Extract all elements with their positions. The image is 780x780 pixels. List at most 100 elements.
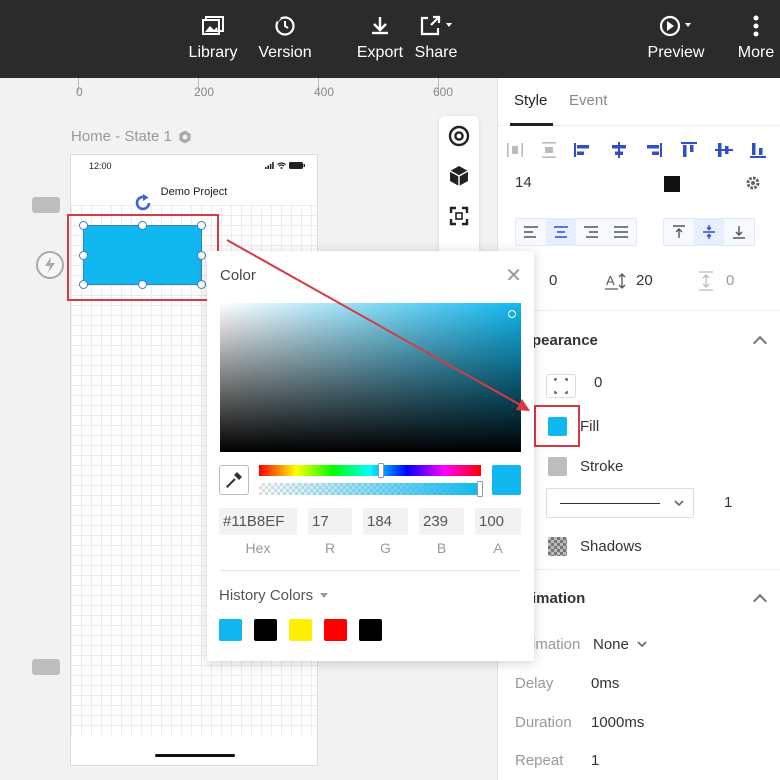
hex-input[interactable]: #11B8EF [219,508,297,535]
stroke-label: Stroke [580,458,624,475]
state-title-text: Home - State 1 [71,128,172,145]
text-color-swatch[interactable] [664,176,680,192]
appearance-section-title[interactable]: pearance [532,332,598,349]
duration-value[interactable]: 1000ms [591,714,644,731]
text-settings-gear-icon[interactable] [745,175,761,191]
history-swatch[interactable] [289,619,312,641]
section-divider [498,569,780,570]
hue-slider-thumb[interactable] [378,463,384,478]
divider [220,570,521,571]
line-height-value[interactable]: 20 [636,272,653,289]
text-align-right-icon[interactable] [576,219,606,245]
image-icon [202,12,224,40]
letter-spacing-value[interactable]: 0 [549,272,557,289]
alpha-slider-thumb[interactable] [477,481,483,497]
font-size-value[interactable]: 14 [515,174,532,191]
valign-bottom-icon[interactable] [724,219,754,245]
text-align-left-icon[interactable] [516,219,546,245]
history-swatch[interactable] [359,619,382,641]
caret-down-icon [320,593,329,598]
stroke-color-swatch[interactable] [548,457,567,476]
download-icon [370,12,390,40]
alpha-slider[interactable] [259,481,483,497]
rotate-icon[interactable] [133,193,153,213]
text-align-justify-icon[interactable] [606,219,636,245]
close-icon[interactable]: ✕ [505,263,522,288]
distribute-vertical-icon[interactable] [539,140,559,160]
history-colors-toggle[interactable]: History Colors [219,587,329,604]
hue-slider[interactable] [259,463,481,478]
alpha-label: A [493,540,503,556]
history-colors-title: History Colors [219,587,314,604]
valign-top-icon[interactable] [664,219,694,245]
section-divider [498,310,780,311]
delay-value[interactable]: 0ms [591,675,619,692]
saturation-value-area[interactable] [220,303,521,452]
history-swatch[interactable] [254,619,277,641]
eyedropper-button[interactable] [219,465,249,495]
target-tool-button[interactable] [439,116,479,156]
state-title[interactable]: Home - State 1 [71,128,192,145]
annotation-highlight-box [67,214,219,301]
green-input[interactable]: 184 [363,508,408,535]
text-align-center-icon[interactable] [546,219,576,245]
library-button[interactable]: Library [188,12,238,68]
blue-input[interactable]: 239 [419,508,464,535]
more-label: More [737,44,775,61]
collapse-animation-icon[interactable] [752,593,768,609]
collapse-appearance-icon[interactable] [752,335,768,351]
corner-radius-value[interactable]: 0 [594,374,602,391]
tab-style[interactable]: Style [514,92,547,109]
align-right-icon[interactable] [644,140,664,160]
alpha-input[interactable]: 100 [475,508,521,535]
animation-section-title[interactable]: imation [532,590,585,607]
align-middle-icon[interactable] [714,140,734,160]
red-input[interactable]: 17 [308,508,352,535]
history-swatch[interactable] [219,619,242,641]
more-button[interactable]: More [736,12,776,68]
preview-button[interactable]: Preview [647,12,705,68]
eyedropper-icon [226,472,242,488]
signal-icon [265,162,274,169]
export-button[interactable]: Export [356,12,404,68]
align-center-horizontal-icon[interactable] [609,140,629,160]
history-swatch[interactable] [324,619,347,641]
battery-icon [289,162,305,169]
active-tab-indicator [510,123,553,126]
target-icon [448,125,470,147]
duration-label: Duration [515,714,572,731]
fill-color-swatch[interactable] [548,417,567,436]
valign-middle-icon[interactable] [694,219,724,245]
paragraph-spacing-value[interactable]: 0 [726,272,734,289]
svg-text:A: A [606,273,615,288]
align-left-icon[interactable] [572,140,592,160]
align-bottom-icon[interactable] [748,140,768,160]
properties-panel: Style Event 14 0 A 20 0 pearance 0 Fill … [497,78,780,780]
version-button[interactable]: Version [258,12,312,68]
blue-label: B [436,540,447,556]
tab-event[interactable]: Event [569,92,607,109]
color-picker-knob[interactable] [508,310,516,318]
interaction-icon[interactable] [36,251,64,279]
gear-icon[interactable] [178,130,192,144]
shadow-color-swatch[interactable] [548,537,567,556]
stroke-width-value[interactable]: 1 [724,494,732,511]
cube-icon [449,166,469,186]
color-picker-popup: Color ✕ #11B8EF 17 184 239 100 Hex R G B… [207,251,534,661]
export-label: Export [356,44,404,61]
distribute-horizontal-icon[interactable] [505,140,525,160]
page-tag-icon[interactable] [32,197,60,213]
align-toolbar [498,136,780,166]
page-tag-icon[interactable] [32,659,60,675]
fit-tool-button[interactable] [439,196,479,236]
share-button[interactable]: Share [414,12,458,68]
animation-value: None [593,636,629,653]
stroke-style-select[interactable] [546,488,694,518]
top-toolbar: Library Version Export Share Preview Mor… [0,0,780,78]
animation-select[interactable]: None [593,636,647,653]
animation-label: imation [532,636,581,653]
component-tool-button[interactable] [439,156,479,196]
repeat-value[interactable]: 1 [591,752,599,769]
align-top-icon[interactable] [679,140,699,160]
corner-radius-icon[interactable] [546,374,576,398]
